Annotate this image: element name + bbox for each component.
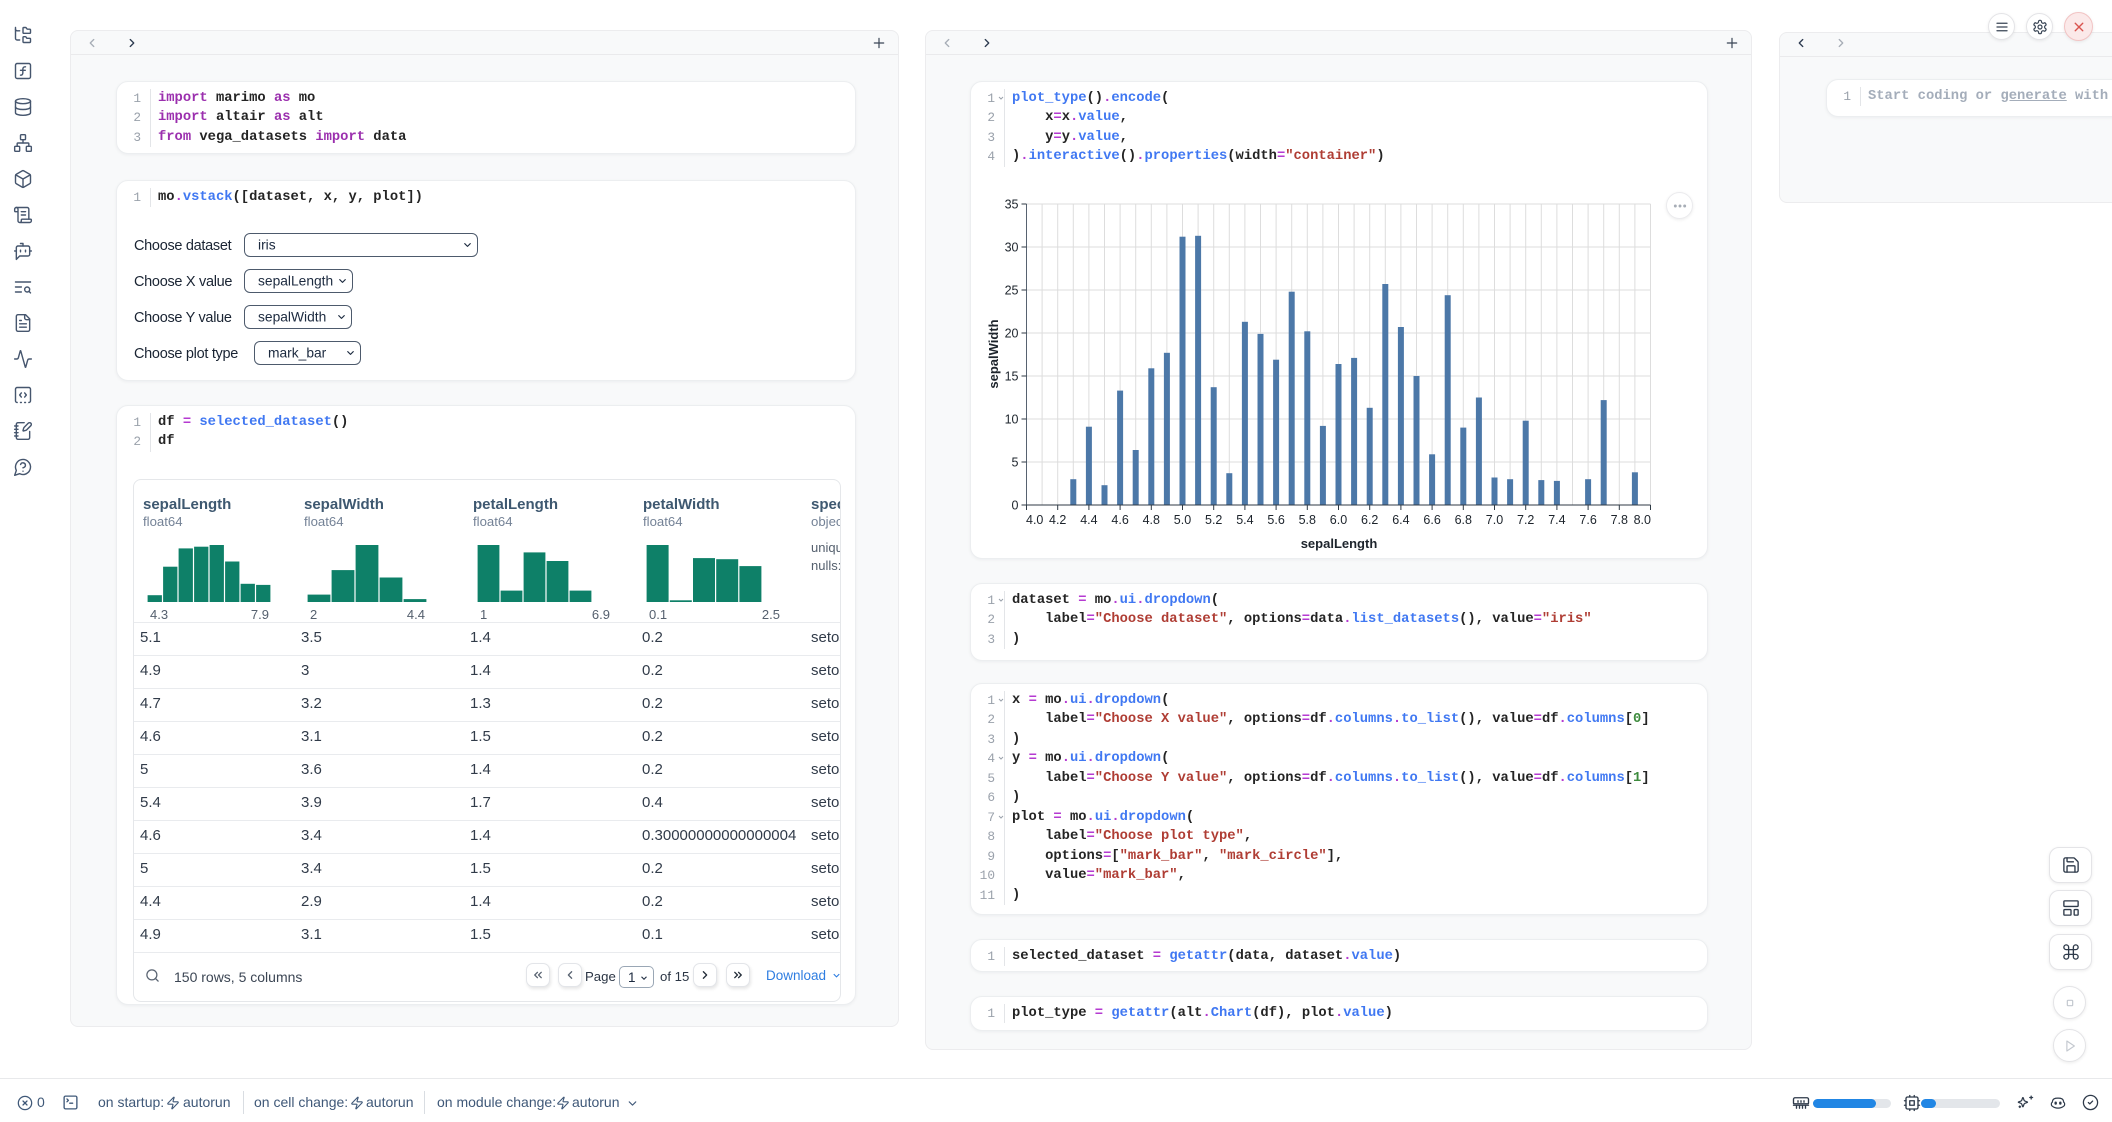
svg-text:5: 5 bbox=[1012, 456, 1019, 470]
svg-text:8.0: 8.0 bbox=[1634, 513, 1651, 527]
svg-text:4.6: 4.6 bbox=[1111, 513, 1128, 527]
svg-text:5.0: 5.0 bbox=[1174, 513, 1191, 527]
svg-text:7.0: 7.0 bbox=[1486, 513, 1503, 527]
svg-text:30: 30 bbox=[1005, 241, 1019, 255]
svg-text:7.8: 7.8 bbox=[1611, 513, 1628, 527]
svg-text:6.8: 6.8 bbox=[1455, 513, 1472, 527]
svg-text:5.8: 5.8 bbox=[1299, 513, 1316, 527]
svg-text:6.4: 6.4 bbox=[1392, 513, 1409, 527]
svg-text:6.6: 6.6 bbox=[1423, 513, 1440, 527]
svg-text:35: 35 bbox=[1005, 198, 1019, 212]
svg-text:6.2: 6.2 bbox=[1361, 513, 1378, 527]
svg-text:5.6: 5.6 bbox=[1267, 513, 1284, 527]
svg-text:4.2: 4.2 bbox=[1049, 513, 1066, 527]
svg-text:7.2: 7.2 bbox=[1517, 513, 1534, 527]
svg-text:4.4: 4.4 bbox=[1080, 513, 1097, 527]
svg-text:7.6: 7.6 bbox=[1579, 513, 1596, 527]
svg-text:4.8: 4.8 bbox=[1143, 513, 1160, 527]
svg-text:5.2: 5.2 bbox=[1205, 513, 1222, 527]
svg-text:10: 10 bbox=[1005, 413, 1019, 427]
svg-text:4.0: 4.0 bbox=[1026, 513, 1043, 527]
svg-text:0: 0 bbox=[1012, 499, 1019, 513]
svg-text:sepalWidth: sepalWidth bbox=[987, 319, 1001, 388]
svg-text:25: 25 bbox=[1005, 284, 1019, 298]
svg-text:5.4: 5.4 bbox=[1236, 513, 1253, 527]
svg-text:sepalLength: sepalLength bbox=[1301, 536, 1378, 551]
svg-text:6.0: 6.0 bbox=[1330, 513, 1347, 527]
svg-text:7.4: 7.4 bbox=[1548, 513, 1565, 527]
svg-text:15: 15 bbox=[1005, 370, 1019, 384]
svg-text:20: 20 bbox=[1005, 327, 1019, 341]
